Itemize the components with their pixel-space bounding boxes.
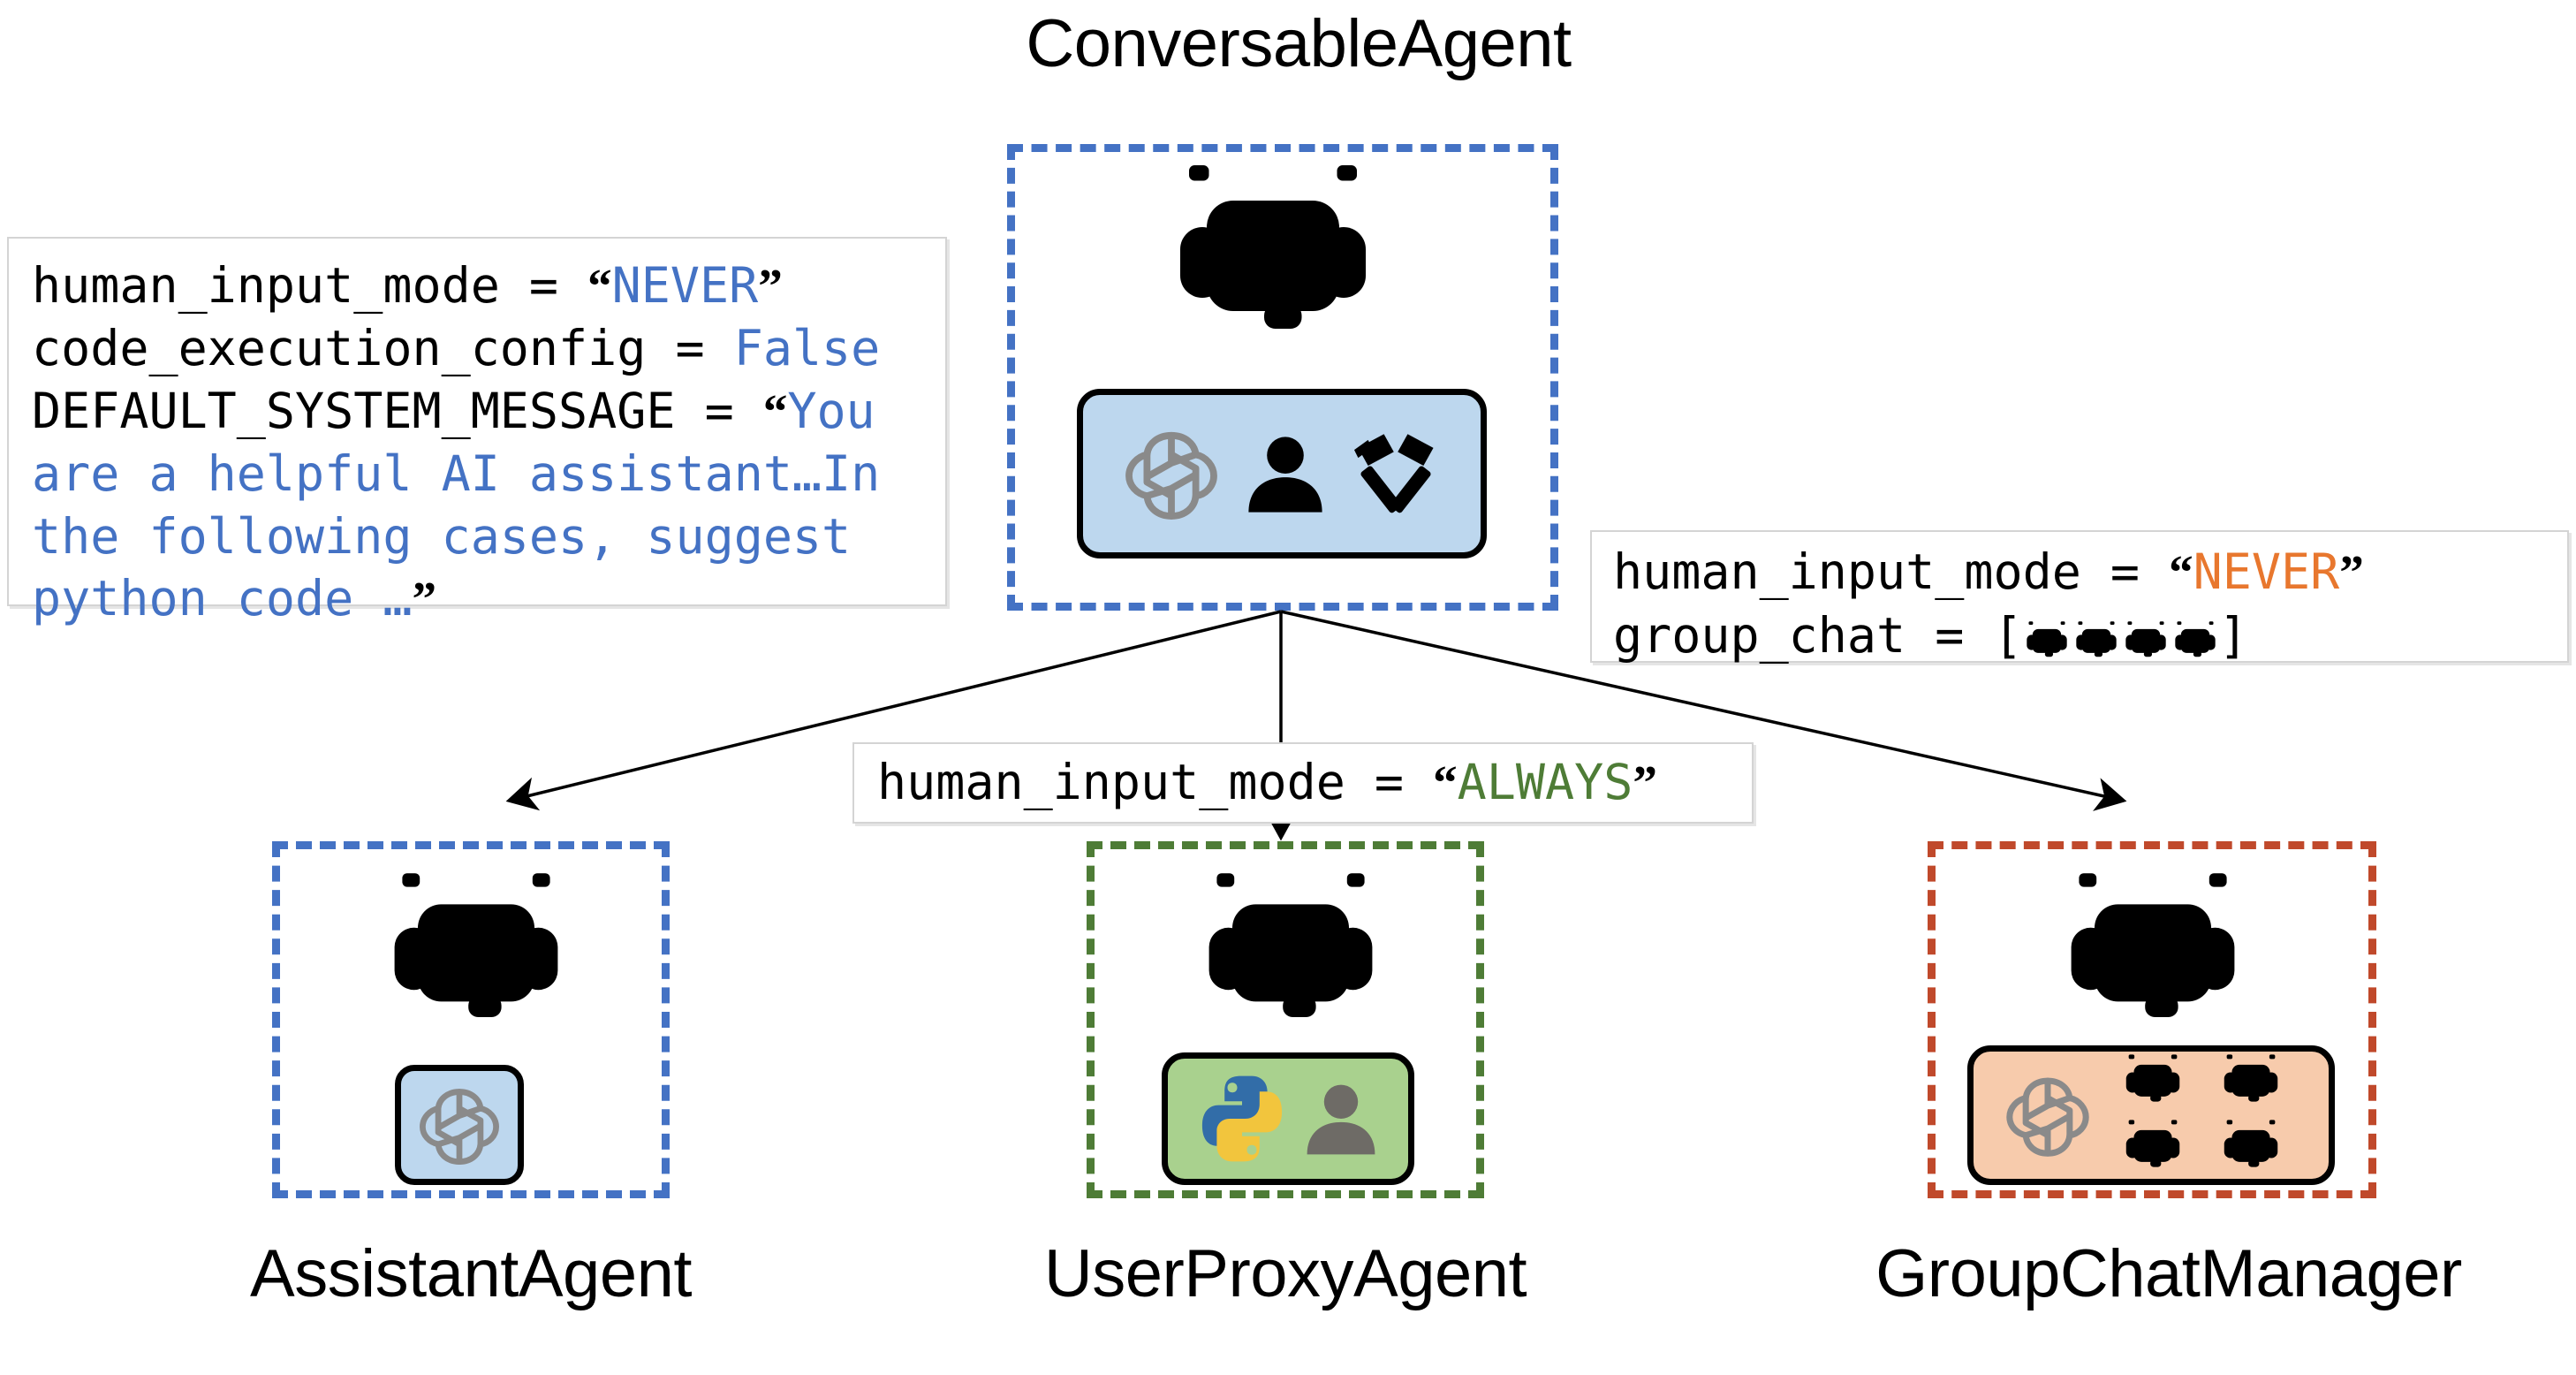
groupchat-config-annotation: human_input_mode = “NEVER” group_chat = …: [1590, 530, 2569, 666]
close-quote-2: ”: [412, 571, 436, 626]
config-line-2-key: code_execution_config =: [32, 320, 734, 377]
mini-robot-icon-green-2: svg[data-name="mini-robot-icon-green-2"]…: [2109, 1116, 2197, 1180]
robot-icon-green: svg[data-name="robot-icon-green"] .face …: [1190, 862, 1391, 1056]
close-quote: ”: [2339, 545, 2364, 599]
tools-hammers-icon: [1346, 424, 1445, 523]
gc-bracket-close: ]: [2218, 606, 2248, 664]
userproxy-agent-label: UserProxyAgent: [1043, 1236, 1527, 1311]
gc-line-1-value: NEVER: [2193, 543, 2340, 600]
groupchatmanager-agent-label: GroupChatManager: [1875, 1236, 2462, 1311]
robot-icon-blue: svg[data-name="robot-icon-blue"] .face {…: [1158, 152, 1388, 373]
config-line-2-value: False: [733, 320, 881, 377]
member-robot-icon-green-2: svg[data-name="member-robot-icon-green-2…: [2171, 619, 2219, 666]
config-line-3-key: DEFAULT_SYSTEM_MESSAGE =: [32, 382, 763, 439]
gc-bracket-open: [: [1993, 606, 2023, 664]
assistant-agent-frame: svg[data-name="robot-icon-blue-assistant…: [272, 841, 670, 1198]
robot-grid-icon: svg[data-name="mini-robot-icon-blue"] .f…: [2109, 1051, 2303, 1180]
python-logo-icon: [1193, 1070, 1291, 1167]
gc-line-1-key: human_input_mode =: [1613, 543, 2170, 600]
person-icon: [1299, 1076, 1383, 1161]
userproxy-config-annotation: human_input_mode = “ALWAYS”: [852, 742, 1754, 824]
close-quote: ”: [1633, 756, 1657, 810]
robot-icon-blue-assistant: svg[data-name="robot-icon-blue-assistant…: [375, 862, 577, 1056]
close-quote: ”: [758, 259, 783, 313]
page-title: ConversableAgent: [1026, 6, 1572, 81]
mini-robot-icon-green: svg[data-name="mini-robot-icon-green"] .…: [2207, 1051, 2295, 1114]
userproxy-agent-frame: svg[data-name="robot-icon-green"] .face …: [1087, 841, 1484, 1198]
assistant-agent-label: AssistantAgent: [250, 1236, 692, 1311]
openai-logo-icon: [1118, 421, 1224, 527]
mini-robot-icon-blue: svg[data-name="mini-robot-icon-blue"] .f…: [2109, 1051, 2197, 1114]
up-line-1-value: ALWAYS: [1457, 754, 1633, 811]
openai-logo-icon: [413, 1079, 505, 1171]
openai-logo-icon: [2000, 1067, 2095, 1163]
conversable-agent-frame: svg[data-name="robot-icon-blue"] .face {…: [1007, 144, 1558, 611]
assistant-capability-capsule: [395, 1065, 524, 1185]
userproxy-capability-capsule: [1162, 1052, 1414, 1185]
open-quote: “: [2169, 545, 2193, 599]
config-line-1-key: human_input_mode =: [32, 257, 588, 314]
person-icon: [1239, 428, 1331, 520]
member-robot-icon-green: svg[data-name="member-robot-icon-green"]…: [2072, 619, 2120, 666]
member-robot-icon-blue: svg[data-name="member-robot-icon-blue"] …: [2023, 619, 2071, 666]
group-chat-member-list: svg[data-name="member-robot-icon-blue"] …: [2023, 619, 2219, 666]
conversable-capability-capsule: [1077, 389, 1487, 558]
member-robot-icon-blue-2: svg[data-name="member-robot-icon-blue-2"…: [2122, 619, 2170, 666]
assistant-config-annotation: human_input_mode = “NEVER” code_executio…: [7, 237, 947, 627]
open-quote-2: “: [762, 384, 788, 438]
groupchatmanager-agent-frame: svg[data-name="robot-icon-brown"] .face …: [1928, 841, 2376, 1198]
diagram-canvas: ConversableAgent svg[data-name="robot-ic…: [0, 0, 2576, 1375]
gc-line-2-key: group_chat =: [1613, 606, 1994, 664]
robot-icon-brown: svg[data-name="robot-icon-brown"] .face …: [2052, 862, 2254, 1056]
config-line-1-value: NEVER: [611, 257, 759, 314]
open-quote: “: [587, 259, 612, 313]
groupchat-capability-capsule: svg[data-name="mini-robot-icon-blue"] .f…: [1967, 1045, 2335, 1185]
mini-robot-icon-blue-2: svg[data-name="mini-robot-icon-blue-2"] …: [2207, 1116, 2295, 1180]
up-line-1-key: human_input_mode =: [877, 754, 1434, 811]
open-quote: “: [1433, 756, 1458, 810]
